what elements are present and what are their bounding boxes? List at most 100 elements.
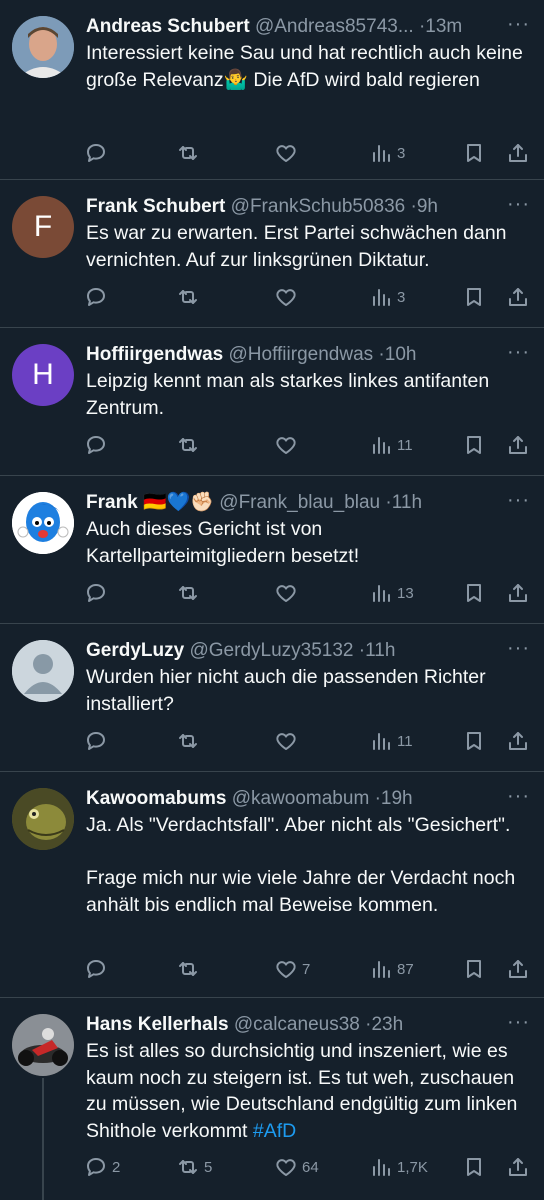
more-options-icon[interactable]: ··· (507, 786, 530, 806)
reply-button[interactable]: 2 (84, 1154, 120, 1180)
views-button[interactable]: 11 (369, 432, 413, 458)
tweet-gerdyluzy[interactable]: GerdyLuzy @GerdyLuzy35132 ·11h ··· Wurde… (0, 624, 544, 772)
views-button[interactable]: 1,7K (369, 1154, 428, 1180)
retweet-button[interactable] (176, 284, 204, 310)
display-name[interactable]: GerdyLuzy (86, 640, 184, 661)
display-name[interactable]: Andreas Schubert (86, 16, 250, 37)
views-button[interactable]: 13 (369, 580, 414, 606)
avatar[interactable] (12, 1014, 74, 1076)
bookmark-button[interactable] (462, 580, 486, 606)
display-name[interactable]: Kawoomabums (86, 788, 226, 809)
handle[interactable]: @Hoffiirgendwas (229, 344, 374, 365)
share-button[interactable] (506, 728, 530, 754)
retweet-button[interactable] (176, 956, 204, 982)
handle[interactable]: @FrankSchub50836 (231, 196, 406, 217)
views-button[interactable]: 11 (369, 728, 413, 754)
views-icon (373, 733, 390, 750)
more-options-icon[interactable]: ··· (507, 194, 530, 214)
handle[interactable]: @kawoomabum (232, 788, 370, 809)
handle[interactable]: @Frank_blau_blau (219, 492, 380, 513)
like-button[interactable] (274, 580, 302, 606)
hashtag-link[interactable]: #AfD (253, 1120, 296, 1142)
like-button[interactable] (274, 284, 302, 310)
like-button[interactable] (274, 140, 302, 166)
more-options-icon[interactable]: ··· (507, 342, 530, 362)
display-name[interactable]: Frank Schubert (86, 196, 225, 217)
display-name[interactable]: Hoffiirgendwas (86, 344, 223, 365)
retweet-button[interactable] (176, 140, 204, 166)
timestamp[interactable]: 9h (417, 196, 438, 217)
views-button[interactable]: 87 (369, 956, 414, 982)
timestamp[interactable]: 19h (381, 788, 413, 809)
share-button[interactable] (506, 284, 530, 310)
bookmark-button[interactable] (462, 956, 486, 982)
retweet-button[interactable] (176, 432, 204, 458)
tweet-kawoomabums[interactable]: Kawoomabums @kawoomabum ·19h ··· Ja. Als… (0, 772, 544, 998)
bookmark-button[interactable] (462, 432, 486, 458)
views-button[interactable]: 3 (369, 140, 405, 166)
handle[interactable]: @calcaneus38 (234, 1014, 360, 1035)
avatar[interactable] (12, 640, 74, 702)
retweet-button[interactable]: 5 (176, 1154, 212, 1180)
bookmark-icon (467, 436, 481, 454)
bookmark-icon (467, 288, 481, 306)
views-icon (373, 961, 390, 978)
more-options-icon[interactable]: ··· (507, 1012, 530, 1032)
more-options-icon[interactable]: ··· (507, 490, 530, 510)
like-button[interactable] (274, 728, 302, 754)
tweet-andreas-schubert[interactable]: Andreas Schubert @Andreas85743... ·13m ·… (0, 0, 544, 180)
reply-button[interactable] (84, 580, 112, 606)
handle[interactable]: @Andreas85743... (255, 16, 414, 37)
avatar[interactable]: H (12, 344, 74, 406)
avatar-letter: F (33, 210, 53, 243)
more-options-icon[interactable]: ··· (507, 638, 530, 658)
share-button[interactable] (506, 432, 530, 458)
tweet-frank-schubert[interactable]: F Frank Schubert @FrankSchub50836 ·9h ··… (0, 180, 544, 328)
bookmark-button[interactable] (462, 728, 486, 754)
retweet-icon (179, 1160, 197, 1174)
timestamp[interactable]: 11h (365, 640, 395, 661)
share-button[interactable] (506, 956, 530, 982)
share-button[interactable] (506, 580, 530, 606)
avatar[interactable] (12, 788, 74, 850)
retweet-button[interactable] (176, 728, 204, 754)
reply-button[interactable] (84, 728, 112, 754)
like-button[interactable] (274, 432, 302, 458)
avatar[interactable] (12, 16, 74, 78)
more-options-icon[interactable]: ··· (507, 14, 530, 34)
like-button[interactable]: 7 (274, 956, 310, 982)
retweet-button[interactable] (176, 580, 204, 606)
tweet-header: Frank 🇩🇪💙✊🏻 @Frank_blau_blau ·11h (86, 490, 488, 516)
tweet-frank-blau[interactable]: Frank 🇩🇪💙✊🏻 @Frank_blau_blau ·11h ··· Au… (0, 476, 544, 624)
handle[interactable]: @GerdyLuzy35132 (189, 640, 353, 661)
timestamp[interactable]: 11h (392, 492, 422, 513)
views-icon (373, 145, 390, 162)
bookmark-button[interactable] (462, 140, 486, 166)
reply-button[interactable] (84, 432, 112, 458)
reply-button[interactable] (84, 956, 112, 982)
share-icon (509, 960, 527, 978)
timestamp[interactable]: 23h (371, 1014, 403, 1035)
like-button[interactable]: 64 (274, 1154, 319, 1180)
like-icon (276, 289, 296, 306)
share-button[interactable] (506, 1154, 530, 1180)
bookmark-button[interactable] (462, 284, 486, 310)
reply-button[interactable] (84, 284, 112, 310)
views-button[interactable]: 3 (369, 284, 405, 310)
avatar[interactable] (12, 492, 74, 554)
share-button[interactable] (506, 140, 530, 166)
bookmark-button[interactable] (462, 1154, 486, 1180)
timestamp[interactable]: 10h (385, 344, 417, 365)
avatar[interactable]: F (12, 196, 74, 258)
views-icon (373, 289, 390, 306)
display-name[interactable]: Hans Kellerhals (86, 1014, 229, 1035)
reply-button[interactable] (84, 140, 112, 166)
share-icon (509, 1158, 527, 1176)
timestamp[interactable]: 13m (425, 16, 462, 37)
bookmark-icon (467, 144, 481, 162)
tweet-hoffiirgendwas[interactable]: H Hoffiirgendwas @Hoffiirgendwas ·10h ··… (0, 328, 544, 476)
display-name[interactable]: Frank 🇩🇪💙✊🏻 (86, 492, 214, 513)
tweet-hans-kellerhals[interactable]: Hans Kellerhals @calcaneus38 ·23h ··· Es… (0, 998, 544, 1200)
avatar-letter: H (32, 358, 54, 391)
tweet-text: Interessiert keine Sau und hat rechtlich… (86, 42, 523, 91)
